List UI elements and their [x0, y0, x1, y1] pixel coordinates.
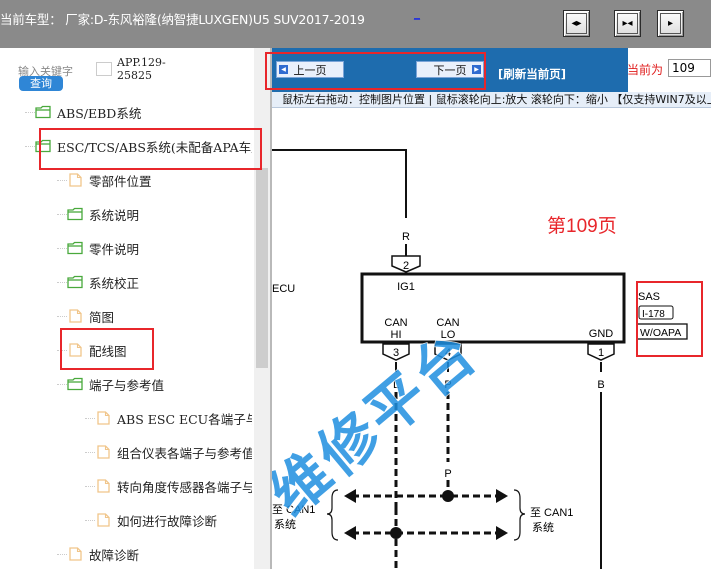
tree-item-label: 组合仪表各端子与参考值	[117, 445, 252, 461]
folder-open-icon	[67, 377, 83, 391]
tree-item-label: 简图	[89, 309, 115, 325]
can-arrow-right-lower	[496, 526, 508, 540]
ig1-label: IG1	[397, 281, 415, 293]
top-bar: 当前车型： 厂家:D-东风裕隆(纳智捷LUXGEN)U5 SUV2017-201…	[0, 0, 711, 48]
current-page-label: 当前为	[627, 63, 664, 77]
to-can1-right-2: 系统	[532, 521, 554, 534]
harness-frame-line	[272, 149, 407, 218]
current-page-input[interactable]	[668, 59, 711, 77]
tree-connector	[57, 553, 67, 555]
collapse-left-button[interactable]: ◂▸	[563, 10, 590, 37]
tree-connector	[57, 315, 67, 317]
split-view-button[interactable]: ▸◂	[614, 10, 641, 37]
tree-item-label: ABS/EBD系统	[57, 105, 142, 121]
collapse-right-button[interactable]: ▸	[657, 10, 684, 37]
page-indicator: 当前为	[627, 48, 711, 92]
tree-viewport: 输入关键字 APP.129-25825 查询 ABS/EBD系统 ESC/TCS/…	[0, 48, 252, 569]
tree-item-label: 系统校正	[89, 275, 140, 291]
tree-item[interactable]: 端子与参考值	[57, 373, 164, 395]
tree-item-label: 系统说明	[89, 207, 140, 223]
tree-item-label: 零部件位置	[89, 173, 152, 189]
tree-item[interactable]: 系统校正	[57, 271, 139, 293]
tree-connector	[25, 145, 35, 147]
app-window: 当前车型： 厂家:D-东风裕隆(纳智捷LUXGEN)U5 SUV2017-201…	[0, 0, 711, 569]
tree-item[interactable]: 转向角度传感器各端子与参考值	[85, 475, 252, 497]
tree-item[interactable]: ABS ESC ECU各端子与参考值	[85, 407, 252, 429]
watermark-text: 维修平台	[272, 317, 491, 529]
nav-highlight-box	[265, 52, 486, 90]
collapse-right-icon: ▸	[660, 13, 681, 34]
tree-connector	[57, 281, 67, 283]
document-icon	[97, 411, 110, 425]
tree-item-label: 端子与参考值	[89, 377, 165, 393]
page-number-label: 第109页	[547, 215, 617, 237]
folder-open-icon	[35, 105, 51, 119]
wire-color-p: P	[444, 468, 451, 480]
pin-2-label: 2	[403, 260, 409, 272]
left-panel: 输入关键字 APP.129-25825 查询 ABS/EBD系统 ESC/TCS/…	[0, 48, 270, 569]
tree-connector	[85, 519, 95, 521]
to-can1-right-1: 至 CAN1	[530, 507, 573, 519]
refresh-page-link[interactable]: [刷新当前页]	[498, 66, 566, 82]
tree-item-label: ABS ESC ECU各端子与参考值	[117, 411, 252, 427]
tree-item-label: 转向角度传感器各端子与参考值	[117, 479, 252, 495]
pin-1-label: 1	[598, 347, 604, 359]
tree-item[interactable]: 组合仪表各端子与参考值	[85, 441, 252, 463]
wire-color-b: B	[597, 379, 604, 391]
tree-item[interactable]: ABS/EBD系统	[25, 101, 141, 123]
folder-open-icon	[67, 241, 83, 255]
document-icon	[97, 445, 110, 459]
watermark: 维修平台	[272, 316, 492, 529]
document-icon	[97, 513, 110, 527]
can-arrow-right-upper	[496, 489, 508, 503]
folder-open-icon	[67, 207, 83, 221]
tree-item[interactable]: 简图	[57, 305, 114, 327]
tree-connector	[85, 451, 95, 453]
sas-highlight-box	[636, 281, 703, 357]
tree-item[interactable]: 故障诊断	[57, 543, 139, 565]
tree-item[interactable]: 零部件位置	[57, 169, 152, 191]
wire-color-r: R	[402, 231, 410, 243]
tree-item[interactable]: 系统说明	[57, 203, 139, 225]
tree-scrollbar-thumb[interactable]	[256, 168, 268, 368]
header-link[interactable]: _	[414, 6, 420, 20]
can-hi-label-1: CAN	[384, 317, 407, 329]
split-view-icon: ▸◂	[617, 13, 638, 34]
right-brace	[513, 489, 526, 541]
tree-item-label: 故障诊断	[89, 547, 140, 563]
tree-highlight-box-esc	[39, 128, 262, 170]
tree-connector	[85, 417, 95, 419]
tree-connector	[57, 179, 67, 181]
search-input[interactable]	[96, 62, 112, 76]
document-icon	[69, 547, 82, 561]
app-code: APP.129-25825	[117, 56, 166, 82]
gnd-label: GND	[589, 328, 614, 340]
tree-connector	[25, 111, 35, 113]
tree-highlight-box-wiring	[60, 328, 154, 370]
tree-connector	[57, 213, 67, 215]
collapse-left-icon: ◂▸	[566, 13, 587, 34]
search-button[interactable]: 查询	[19, 76, 63, 91]
tree-item-label: 如何进行故障诊断	[117, 513, 218, 529]
vehicle-title: 当前车型： 厂家:D-东风裕隆(纳智捷LUXGEN)U5 SUV2017-201…	[0, 12, 365, 27]
tree-item-label: 零件说明	[89, 241, 140, 257]
splice-dot-upper	[442, 490, 454, 502]
tree-connector	[57, 383, 67, 385]
folder-open-icon	[67, 275, 83, 289]
document-icon	[69, 173, 82, 187]
can-arrow-left-lower	[344, 526, 356, 540]
tree-connector	[85, 485, 95, 487]
tree-item[interactable]: 零件说明	[57, 237, 139, 259]
document-icon	[97, 479, 110, 493]
tree-item[interactable]: 如何进行故障诊断	[85, 509, 217, 531]
can-hi-label-2: HI	[391, 329, 402, 341]
usage-hint: 鼠标左右拖动：控制图片位置 | 鼠标滚轮向上:放大 滚轮向下：缩小 【仅支持WI…	[272, 92, 711, 108]
tree-connector	[57, 247, 67, 249]
document-icon	[69, 309, 82, 323]
ecu-label: ECU	[272, 283, 295, 295]
